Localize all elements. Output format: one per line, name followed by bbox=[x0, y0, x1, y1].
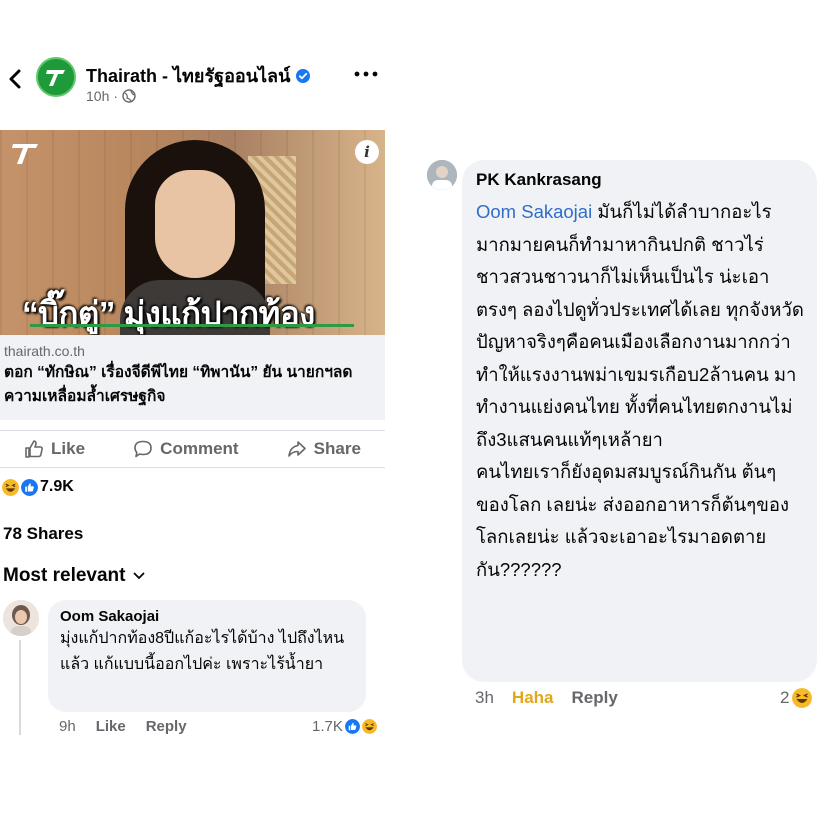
reaction-summary[interactable]: 7.9K bbox=[2, 478, 74, 496]
comment-text: มุ่งแก้ปากท้อง8ปีแก้อะไรได้บ้าง ไปถึงไหน… bbox=[60, 630, 345, 673]
like-label: Like bbox=[51, 439, 86, 458]
comment-sort[interactable]: Most relevant bbox=[3, 565, 145, 587]
link-domain: thairath.co.th bbox=[4, 343, 85, 359]
comment-time[interactable]: 9h bbox=[59, 718, 76, 735]
comment-bubble: Oom Sakaojai มุ่งแก้ปากท้อง8ปีแก้อะไรได้… bbox=[48, 600, 366, 712]
comment-button[interactable]: Comment bbox=[133, 439, 239, 459]
image-headline: “บิ๊กตู่” มุ่งแก้ปากท้อง bbox=[22, 295, 315, 332]
info-icon[interactable]: i bbox=[355, 140, 379, 164]
facebook-post-panel: Thairath - ไทยรัฐออนไลน์ 10h · i “บิ๊กตู… bbox=[0, 0, 390, 740]
comment-reply-button[interactable]: Reply bbox=[572, 688, 618, 708]
thumbs-up-reaction-icon bbox=[344, 719, 360, 734]
link-title[interactable]: ตอก “ทักษิณ” เรื่องจีดีพีไทย “ทิพานัน” ย… bbox=[4, 361, 381, 409]
share-label: Share bbox=[313, 439, 361, 458]
post-meta: 10h · bbox=[86, 88, 136, 104]
mention-link[interactable]: Oom Sakaojai bbox=[476, 201, 592, 222]
haha-icon bbox=[361, 719, 377, 734]
comment-bubble: PK Kankrasang Oom Sakaojai มันก็ไม่ได้ลำ… bbox=[462, 160, 817, 682]
comment-label: Comment bbox=[160, 439, 239, 458]
haha-reaction-button[interactable]: Haha bbox=[512, 688, 554, 708]
link-preview[interactable]: thairath.co.th ตอก “ทักษิณ” เรื่องจีดีพี… bbox=[0, 335, 385, 420]
avatar[interactable] bbox=[427, 160, 457, 190]
haha-icon bbox=[2, 478, 19, 496]
person-face bbox=[155, 170, 235, 278]
page-name[interactable]: Thairath - ไทยรัฐออนไลน์ bbox=[86, 61, 311, 90]
haha-icon bbox=[792, 688, 813, 708]
thairath-t-icon bbox=[46, 70, 65, 86]
thairath-watermark-icon bbox=[12, 144, 38, 164]
post-header: Thairath - ไทยรัฐออนไลน์ 10h · bbox=[0, 55, 390, 115]
like-icon bbox=[25, 440, 43, 458]
reply-comment-panel: PK Kankrasang Oom Sakaojai มันก็ไม่ได้ลำ… bbox=[415, 0, 840, 740]
sort-label: Most relevant bbox=[3, 565, 126, 586]
commenter-name[interactable]: Oom Sakaojai bbox=[60, 608, 354, 625]
avatar[interactable] bbox=[3, 600, 39, 636]
share-count[interactable]: 78 Shares bbox=[3, 524, 83, 544]
comment-like-button[interactable]: Like bbox=[96, 718, 126, 735]
comment-reaction-number: 2 bbox=[780, 688, 790, 707]
news-image[interactable]: i “บิ๊กตู่” มุ่งแก้ปากท้อง bbox=[0, 130, 385, 335]
headline-underline bbox=[30, 324, 354, 327]
comment-body: มันก็ไม่ได้ลำบากอะไรมากมายคนก็ทำมาหากินป… bbox=[476, 201, 804, 580]
chevron-down-icon bbox=[134, 572, 145, 580]
globe-icon bbox=[122, 89, 136, 103]
share-icon bbox=[287, 441, 306, 457]
commenter-name[interactable]: PK Kankrasang bbox=[476, 170, 805, 190]
thairath-logo-icon[interactable] bbox=[36, 57, 76, 97]
reply-thread-line bbox=[19, 640, 21, 735]
comment-reaction-number: 1.7K bbox=[312, 718, 343, 735]
more-icon[interactable] bbox=[352, 69, 380, 79]
avatar-image bbox=[427, 160, 457, 190]
comment-reaction-count[interactable]: 2 bbox=[780, 688, 813, 708]
comment-reply-button[interactable]: Reply bbox=[146, 718, 187, 735]
like-button[interactable]: Like bbox=[24, 439, 85, 459]
thumbs-up-reaction-icon bbox=[21, 478, 38, 496]
post-actions: Like Comment Share bbox=[0, 430, 385, 468]
page-name-text[interactable]: Thairath - ไทยรัฐออนไลน์ bbox=[86, 61, 290, 90]
verified-icon bbox=[296, 68, 311, 83]
comment-text: Oom Sakaojai มันก็ไม่ได้ลำบากอะไรมากมายค… bbox=[476, 196, 805, 586]
share-button[interactable]: Share bbox=[287, 439, 361, 459]
post-time[interactable]: 10h bbox=[86, 88, 109, 104]
avatar-image bbox=[3, 600, 39, 636]
meta-separator: · bbox=[113, 88, 119, 104]
comment-footer: 3h Haha Reply bbox=[475, 688, 618, 708]
comment-icon bbox=[134, 440, 152, 458]
back-arrow-icon[interactable] bbox=[6, 67, 24, 91]
comment-time[interactable]: 3h bbox=[475, 688, 494, 708]
reaction-count: 7.9K bbox=[40, 478, 74, 495]
comment-reaction-count[interactable]: 1.7K bbox=[312, 718, 377, 735]
